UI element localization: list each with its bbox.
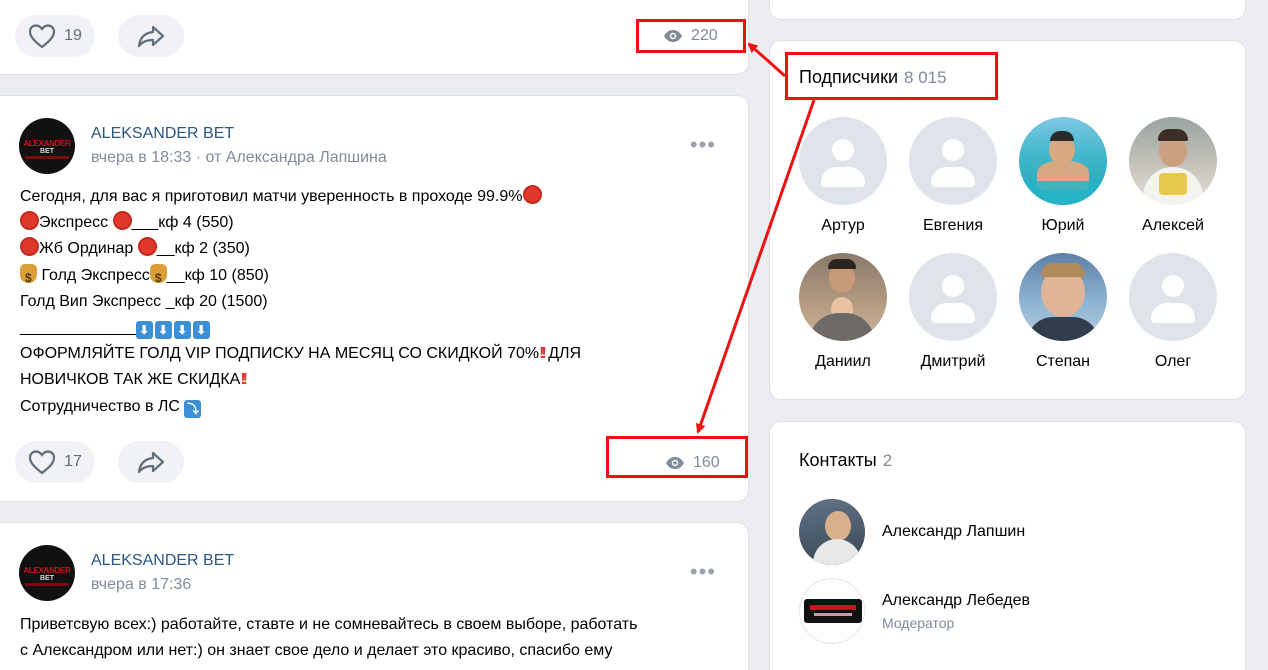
avatar [1019,253,1107,341]
avatar [1019,117,1107,205]
post-card: ALEXANDER BET ALEKSANDER BET вчера в 17:… [0,522,749,670]
stop-sign-emoji [112,211,132,231]
community-avatar[interactable]: ALEXANDER BET [19,118,75,174]
subscriber-name: Алексей [1142,217,1204,234]
more-dots-icon[interactable]: ••• [690,559,716,585]
post-line: Сотрудничество в ЛС [20,397,185,415]
annotation-box-subscribers [785,52,998,100]
subscriber-item[interactable]: Олег [1118,253,1228,371]
meta-separator: · [191,149,206,166]
share-button[interactable] [118,15,184,57]
down-arrow-emoji: ⬇ [154,321,172,340]
post-author-link[interactable]: ALEKSANDER BET [91,125,387,143]
avatar [799,499,865,565]
post-line: ОФОРМЛЯЙТЕ ГОЛД VIP ПОДПИСКУ НА МЕСЯЦ СО… [20,345,540,363]
like-button[interactable]: 19 [15,15,95,57]
post-line: с Александром или нет:) он знает свое де… [20,642,613,660]
like-count: 17 [64,453,82,470]
down-arrow-emoji: ⬇ [173,321,191,340]
contact-item[interactable]: Александр Лапшин [799,499,1025,565]
avatar-logo-text: ALEXANDER [23,139,71,148]
annotation-box-views-220 [636,19,746,53]
subscriber-name: Евгения [923,217,983,234]
avatar [799,117,887,205]
like-count: 19 [64,27,82,44]
subscriber-item[interactable]: Даниил [788,253,898,371]
post-signer-link[interactable]: от Александра Лапшина [205,149,386,166]
post-line: Экспресс [39,214,113,232]
post-header: ALEXANDER BET ALEKSANDER BET вчера в 18:… [19,118,387,174]
stop-sign-emoji [20,237,39,257]
more-dots-icon[interactable]: ••• [690,132,716,158]
contacts-block: Контакты 2 Александр Лапшин Александр Леб… [769,421,1246,670]
double-exclamation-emoji: !! [240,371,247,389]
post-line: Приветсвую всех:) работайте, ставте и не… [20,616,638,633]
post-text: Сегодня, для вас я приготовил матчи увер… [20,184,740,420]
down-arrow-emoji: ⬇ [135,321,153,340]
subscriber-item[interactable]: Алексей [1118,117,1228,235]
post-line: ДЛЯ [543,345,582,363]
avatar [1129,117,1217,205]
stop-sign-emoji [20,211,39,231]
stop-sign-emoji [522,185,542,204]
avatar [909,117,997,205]
money-bag-emoji [149,263,167,291]
post-author-link[interactable]: ALEKSANDER BET [91,552,234,570]
avatar [1129,253,1217,341]
subscriber-name: Дмитрий [920,353,986,370]
post-line: Сегодня, для вас я приготовил матчи увер… [20,188,523,205]
post-line: __кф 2 (350) [156,240,250,258]
sidebar-block-partial [769,0,1246,20]
subscriber-item[interactable]: Степан [1008,253,1118,371]
avatar-logo-stripe [25,156,69,159]
subscriber-item[interactable]: Дмитрий [898,253,1008,371]
stop-sign-emoji [137,237,157,257]
contact-role: Модератор [882,614,955,631]
contact-name: Александр Лебедев [882,591,1030,609]
post-line: __кф 10 (850) [166,266,269,284]
post-text: Приветсвую всех:) работайте, ставте и не… [20,612,740,664]
subscriber-item[interactable]: Евгения [898,117,1008,235]
subscriber-name: Степан [1036,353,1090,370]
heart-icon [28,24,56,49]
contacts-count: 2 [882,451,893,470]
avatar [799,253,887,341]
post-line: НОВИЧКОВ ТАК ЖЕ СКИДКА [20,371,241,389]
annotation-box-views-160 [606,436,748,478]
community-avatar[interactable]: ALEXANDER BET [19,545,75,601]
post-time[interactable]: вчера в 17:36 [91,576,234,594]
post-date: вчера в 18:33 · от Александра Лапшина [91,149,387,167]
money-bag-emoji [20,263,37,291]
subscriber-name: Олег [1154,353,1192,370]
contact-item[interactable]: Александр Лебедев Модератор [799,578,1030,644]
post-line: _____________ [20,319,136,337]
post-line: Жб Ординар [39,240,138,258]
post-line: ___кф 4 (550) [131,214,234,232]
avatar-logo-stripe [25,583,69,586]
right-down-arrow-emoji: ⤵ [184,399,202,418]
like-button[interactable]: 17 [15,441,95,483]
contacts-header[interactable]: Контакты 2 [799,450,892,471]
down-arrow-emoji: ⬇ [192,321,210,340]
share-button[interactable] [118,441,184,483]
avatar-logo-subtext: BET [40,148,54,155]
subscriber-item[interactable]: Артур [788,117,898,235]
subscriber-name: Артур [821,217,865,234]
avatar [909,253,997,341]
subscriber-name: Юрий [1041,217,1085,234]
contact-name: Александр Лапшин [882,523,1026,540]
subscriber-item[interactable]: Юрий [1008,117,1118,235]
heart-icon [28,450,56,475]
post-line: Голд Экспресс [37,266,150,284]
share-icon [137,451,165,474]
share-icon [137,25,165,48]
avatar [799,578,865,644]
subscriber-name: Даниил [815,353,871,370]
post-time[interactable]: вчера в 18:33 [91,149,191,166]
contacts-title: Контакты [799,450,877,470]
post-line: Голд Вип Экспресс _кф 20 (1500) [20,292,268,310]
avatar-logo-subtext: BET [40,575,54,582]
post-header: ALEXANDER BET ALEKSANDER BET вчера в 17:… [19,545,234,601]
avatar-logo-text: ALEXANDER [23,566,71,575]
